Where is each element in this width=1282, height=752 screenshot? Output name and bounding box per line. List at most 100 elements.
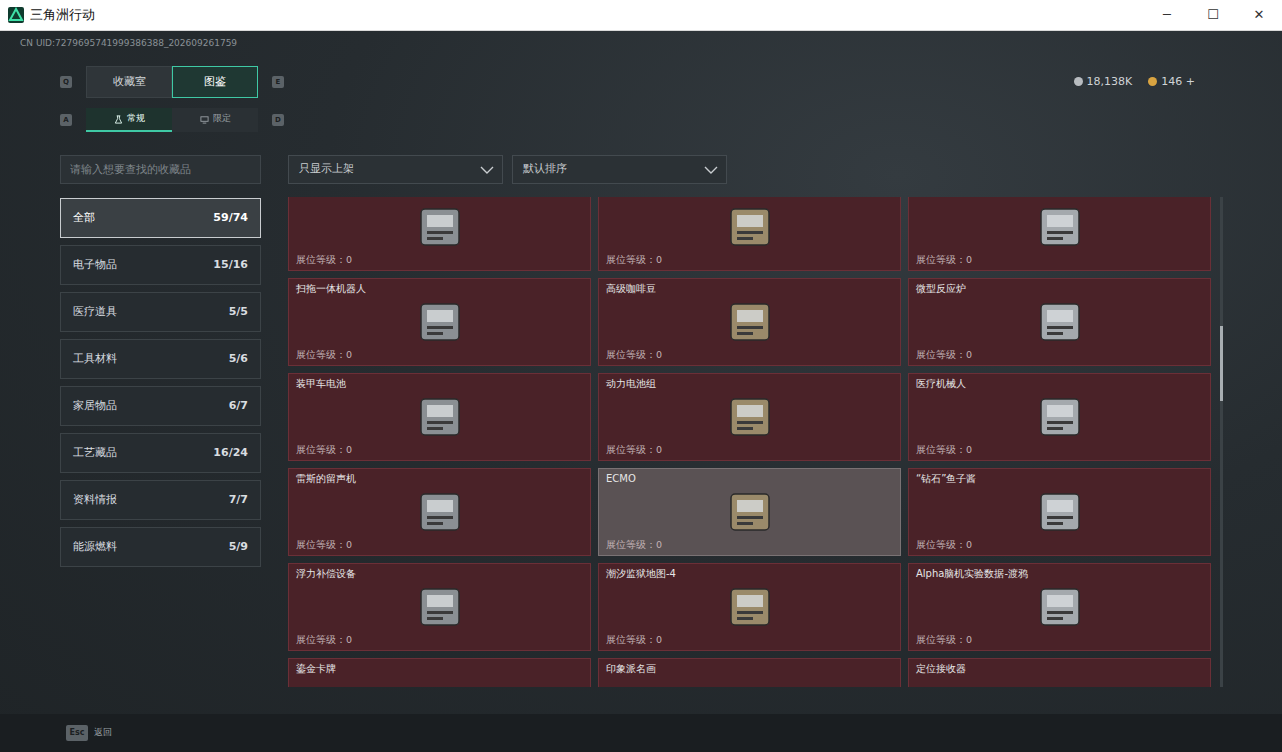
card-name: [916, 197, 1203, 200]
collectible-item-icon: [719, 296, 781, 348]
collection-card[interactable]: Alpha脑机实验数据-渡鸦展位等级：0: [908, 563, 1211, 651]
collection-grid-viewport: 展位等级：0展位等级：0展位等级：0扫拖一体机器人展位等级：0高级咖啡豆展位等级…: [288, 197, 1213, 687]
collection-grid: 展位等级：0展位等级：0展位等级：0扫拖一体机器人展位等级：0高级咖啡豆展位等级…: [288, 197, 1213, 687]
card-name: 雷斯的留声机: [296, 472, 583, 485]
key-hint: A: [60, 114, 72, 126]
collection-card[interactable]: 雷斯的留声机展位等级：0: [288, 468, 591, 556]
collection-card[interactable]: “钻石”鱼子酱展位等级：0: [908, 468, 1211, 556]
card-picture: [296, 675, 583, 687]
card-name: 扫拖一体机器人: [296, 282, 583, 295]
card-display-level: 展位等级：0: [296, 253, 583, 266]
card-name: 高级咖啡豆: [606, 282, 893, 295]
scrollbar-thumb[interactable]: [1220, 326, 1223, 401]
currency: 146 +: [1148, 74, 1195, 91]
card-picture: [606, 200, 893, 253]
collection-card[interactable]: 展位等级：0: [598, 197, 901, 271]
card-picture: [916, 485, 1203, 538]
card-display-level: 展位等级：0: [296, 443, 583, 456]
scrollbar[interactable]: [1220, 197, 1223, 687]
card-picture: [606, 390, 893, 443]
collection-card[interactable]: 鎏金卡牌: [288, 658, 591, 687]
collectible-item-icon: [719, 391, 781, 443]
filter-label: 默认排序: [523, 161, 567, 178]
main-tab[interactable]: 图鉴: [172, 66, 258, 98]
card-display-level: 展位等级：0: [916, 538, 1203, 551]
search-input[interactable]: [60, 155, 261, 184]
card-picture: [916, 580, 1203, 633]
sub-tab[interactable]: 常规: [86, 108, 172, 132]
card-picture: [916, 200, 1203, 253]
category-item[interactable]: 电子物品15/16: [60, 245, 261, 285]
collection-card[interactable]: 扫拖一体机器人展位等级：0: [288, 278, 591, 366]
category-label: 医疗道具: [73, 304, 117, 321]
collectible-item-icon: [409, 296, 471, 348]
key-hint: E: [272, 76, 284, 88]
category-item[interactable]: 工具材料5/6: [60, 339, 261, 379]
collection-card[interactable]: 微型反应炉展位等级：0: [908, 278, 1211, 366]
collection-card[interactable]: 动力电池组展位等级：0: [598, 373, 901, 461]
collectible-item-icon: [719, 201, 781, 253]
filter-dropdown[interactable]: 默认排序: [512, 155, 727, 184]
category-item[interactable]: 能源燃料5/9: [60, 527, 261, 567]
collection-card[interactable]: 定位接收器: [908, 658, 1211, 687]
card-name: 鎏金卡牌: [296, 662, 583, 675]
currency-amount[interactable]: 146 +: [1161, 75, 1195, 88]
back-label[interactable]: 返回: [94, 726, 112, 740]
category-label: 家居物品: [73, 398, 117, 415]
currency-area: 18,138K 146 +: [1074, 74, 1195, 91]
category-item[interactable]: 工艺藏品16/24: [60, 433, 261, 473]
collection-card[interactable]: 印象派名画: [598, 658, 901, 687]
collection-card[interactable]: 医疗机械人展位等级：0: [908, 373, 1211, 461]
maximize-button[interactable]: ☐: [1190, 5, 1236, 25]
title-bar: 三角洲行动─☐✕: [0, 0, 1282, 31]
sub-tab[interactable]: 限定: [172, 108, 258, 132]
flask-icon: [114, 115, 123, 124]
collectible-item-icon: [719, 581, 781, 633]
sub-tabs: 常规 限定: [86, 108, 258, 132]
category-item[interactable]: 医疗道具 5/5: [60, 292, 261, 332]
content-area: 全部59/74 电子物品15/16 医疗道具 5/5 工具材料5/6 家居物品6/7 工艺藏…: [0, 155, 1282, 687]
collection-card[interactable]: 展位等级：0: [288, 197, 591, 271]
card-picture: [916, 390, 1203, 443]
sub-tab-label: 常规: [127, 112, 145, 126]
category-count: 5/5: [229, 304, 248, 321]
card-name: 浮力补偿设备: [296, 567, 583, 580]
collection-card[interactable]: 展位等级：0: [908, 197, 1211, 271]
collection-card[interactable]: 浮力补偿设备展位等级：0: [288, 563, 591, 651]
footer-bar: Esc 返回: [0, 714, 1282, 752]
coin-icon: [1148, 77, 1157, 86]
collection-card[interactable]: ECMO展位等级：0: [598, 468, 901, 556]
category-count: 5/9: [229, 539, 248, 556]
card-name: 微型反应炉: [916, 282, 1203, 295]
category-item[interactable]: 家居物品6/7: [60, 386, 261, 426]
category-count: 5/6: [229, 351, 248, 368]
card-picture: [296, 200, 583, 253]
key-hint[interactable]: Esc: [66, 725, 88, 741]
card-display-level: 展位等级：0: [606, 348, 893, 361]
card-picture: [296, 295, 583, 348]
main-tab[interactable]: 收藏室: [86, 66, 172, 98]
close-button[interactable]: ✕: [1236, 5, 1282, 25]
collectible-item-icon: [719, 682, 781, 687]
card-name: 装甲车电池: [296, 377, 583, 390]
card-display-level: 展位等级：0: [916, 348, 1203, 361]
category-item[interactable]: 资料情报7/7: [60, 480, 261, 520]
collection-card[interactable]: 高级咖啡豆展位等级：0: [598, 278, 901, 366]
filter-dropdown[interactable]: 只显示上架: [288, 155, 503, 184]
currency-amount[interactable]: 18,138K: [1087, 75, 1133, 88]
main-tabs: 收藏室图鉴: [86, 66, 258, 98]
filter-label: 只显示上架: [299, 161, 354, 178]
chevron-down-icon: [480, 165, 494, 175]
card-picture: [296, 390, 583, 443]
card-name: 印象派名画: [606, 662, 893, 675]
collection-card[interactable]: 装甲车电池展位等级：0: [288, 373, 591, 461]
minimize-button[interactable]: ─: [1144, 5, 1190, 25]
card-display-level: 展位等级：0: [296, 633, 583, 646]
collection-card[interactable]: 潮汐监狱地图-4展位等级：0: [598, 563, 901, 651]
category-count: 15/16: [213, 257, 248, 274]
card-picture: [296, 580, 583, 633]
category-item[interactable]: 全部59/74: [60, 198, 261, 238]
game-screen: CN UID:7279695741999386388_202609261759Q…: [0, 31, 1282, 752]
card-name: 潮汐监狱地图-4: [606, 567, 893, 580]
collectible-item-icon: [1029, 682, 1091, 687]
